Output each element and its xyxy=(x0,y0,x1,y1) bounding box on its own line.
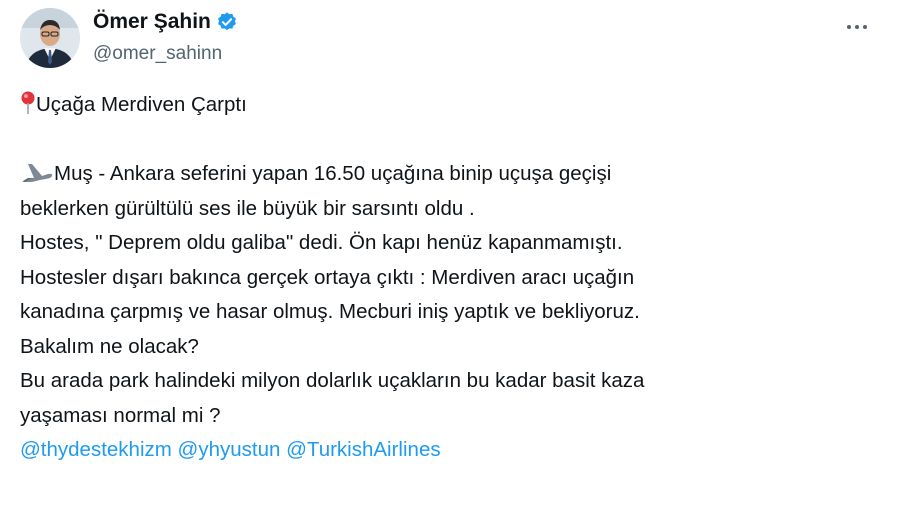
tweet-header: Ömer Şahin @omer_sahinn xyxy=(20,6,880,70)
display-name[interactable]: Ömer Şahin xyxy=(93,10,211,34)
avatar[interactable] xyxy=(20,8,80,68)
tweet-line: Muş - Ankara seferini yapan 16.50 uçağın… xyxy=(20,157,880,192)
mention-link[interactable]: @TurkishAirlines xyxy=(286,438,440,461)
tweet-title-line: Uçağa Merdiven Çarptı xyxy=(20,88,880,123)
tweet-line: kanadına çarpmış ve hasar olmuş. Mecburi… xyxy=(20,300,640,323)
more-options-icon[interactable] xyxy=(840,12,874,42)
mention-link[interactable]: @thydestekhizm xyxy=(20,438,172,461)
user-handle[interactable]: @omer_sahinn xyxy=(93,43,222,65)
tweet-line: Hostes, " Deprem oldu galiba" dedi. Ön k… xyxy=(20,231,623,254)
verified-badge-icon xyxy=(216,11,238,33)
mentions-line: @thydestekhizm @yhyustun @TurkishAirline… xyxy=(20,433,880,468)
name-row: Ömer Şahin xyxy=(93,10,238,34)
tweet-title: Uçağa Merdiven Çarptı xyxy=(36,93,247,116)
airplane-icon xyxy=(20,160,54,196)
tweet-line: Bakalım ne olacak? xyxy=(20,334,199,358)
tweet-body: Uçağa Merdiven Çarptı Muş - Ankara sefer… xyxy=(20,88,880,468)
tweet-line: beklerken gürültülü ses ile büyük bir sa… xyxy=(20,196,475,220)
tweet-line: yaşaması normal mi ? xyxy=(20,403,221,427)
tweet-line: Bu arada park halindeki milyon dolarlık … xyxy=(20,369,645,392)
mention-link[interactable]: @yhyustun xyxy=(178,438,281,461)
tweet-line: Hostesler dışarı bakınca gerçek ortaya ç… xyxy=(20,265,635,289)
round-pushpin-icon xyxy=(20,91,36,127)
